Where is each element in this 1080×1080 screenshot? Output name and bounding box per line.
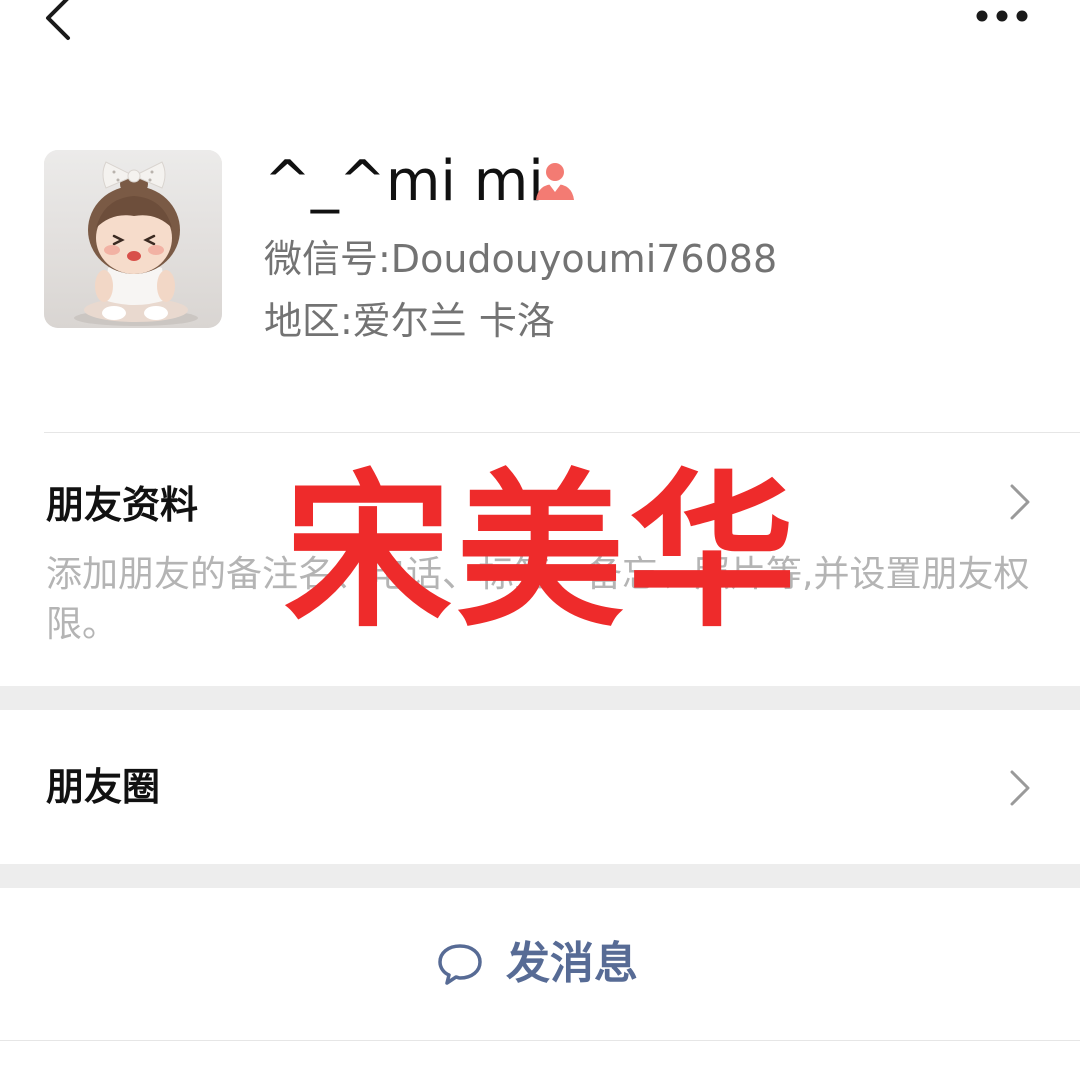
region: 地区:爱尔兰 卡洛: [264, 299, 555, 343]
wechat-id: 微信号:Doudouyoumi76088: [264, 237, 778, 281]
female-person-icon: [532, 160, 578, 202]
chevron-left-icon: [46, 0, 70, 40]
section-gap: [0, 686, 1080, 710]
chat-bubble-icon: [438, 944, 482, 985]
divider: [0, 1040, 1080, 1041]
section-gap: [0, 864, 1080, 888]
more-button[interactable]: [970, 4, 1034, 28]
chevron-right-icon: [1010, 770, 1030, 806]
top-bar: [0, 0, 1080, 60]
more-horizontal-icon: [976, 10, 1028, 22]
friend-info-row[interactable]: 朋友资料 添加朋友的备注名、电话、标签、备忘、照片等,并设置朋友权限。: [0, 434, 1080, 686]
send-message-label: 发消息: [506, 938, 638, 989]
avatar[interactable]: [44, 150, 222, 328]
nickname: ^_^mi mi: [264, 149, 544, 214]
avatar-image: [44, 150, 222, 328]
back-button[interactable]: [40, 0, 84, 48]
moments-title: 朋友圈: [46, 765, 161, 809]
send-message-button[interactable]: 发消息: [0, 888, 1080, 1040]
moments-row[interactable]: 朋友圈: [0, 710, 1080, 864]
send-message-content: 发消息: [436, 936, 638, 992]
divider: [44, 432, 1080, 433]
friend-info-title: 朋友资料: [46, 483, 199, 527]
contact-profile-page: ^_^mi mi 微信号:Doudouyoumi76088 地区:爱尔兰 卡洛 …: [0, 0, 1080, 1080]
friend-info-description: 添加朋友的备注名、电话、标签、备忘、照片等,并设置朋友权限。: [46, 554, 1030, 645]
chevron-right-icon: [1010, 484, 1030, 520]
